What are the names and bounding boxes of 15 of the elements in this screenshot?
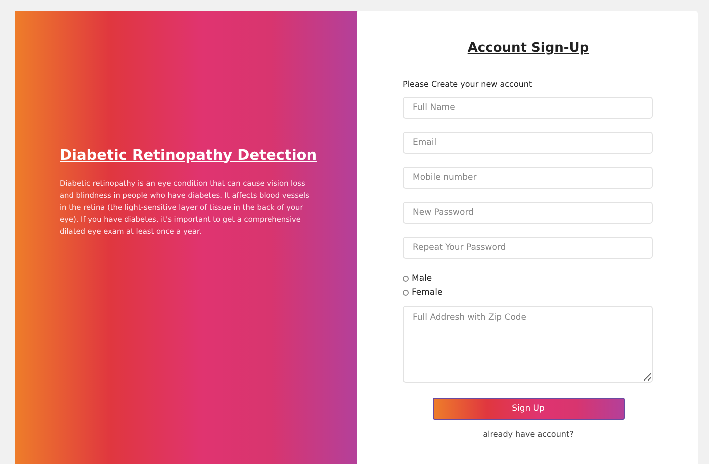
text-field[interactable]: Repeat Your Password [403,237,653,259]
address-field[interactable]: Full Addresh with Zip Code [403,306,653,383]
text-field[interactable]: Email [403,132,653,154]
text-field[interactable]: Full Name [403,97,653,119]
text-field[interactable]: New Password [403,202,653,224]
form-title: Account Sign-Up [466,41,590,56]
radio-label: Male [412,274,432,284]
text-field[interactable]: Mobile number [403,167,653,189]
panel-title: Diabetic Retinopathy Detection [60,148,317,164]
sign-up-button[interactable]: Sign Up [432,398,624,420]
form-subtitle: Please Create your new account [403,80,534,89]
radio-button[interactable] [403,276,409,282]
radio-label: Female [412,288,443,298]
login-link[interactable]: already have account? [483,430,574,439]
radio-button[interactable] [403,290,409,296]
